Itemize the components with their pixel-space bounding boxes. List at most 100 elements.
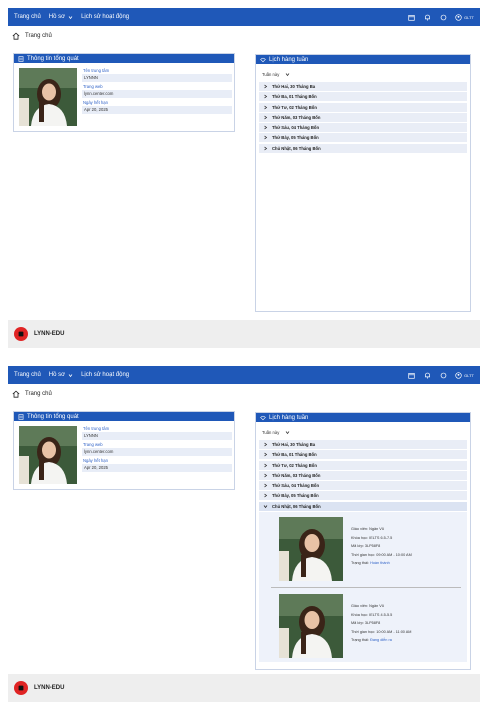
- day-row-sun[interactable]: Chủ Nhật, 06 Tháng Bốn: [259, 501, 467, 511]
- day-label: Thứ Sáu, 04 Tháng Bốn: [272, 483, 320, 489]
- chevron-right-icon: [264, 115, 268, 120]
- chat-icon[interactable]: [439, 371, 447, 379]
- user-circle-icon: [455, 13, 462, 21]
- day-detail-sun: Giáo viên: Ngân Vũ Khóa học: IELTS 6.5-7…: [259, 512, 467, 663]
- nav-history[interactable]: Lịch sử hoạt động: [81, 372, 129, 378]
- day-row-sat[interactable]: Thứ Bảy, 05 Tháng Bốn: [259, 491, 467, 501]
- chevron-down-icon: [68, 373, 73, 377]
- day-row-tue[interactable]: Thứ Ba, 01 Tháng Bốn: [259, 450, 467, 460]
- chevron-down-icon: [263, 505, 268, 508]
- day-row-sat[interactable]: Thứ Bảy, 05 Tháng Bốn: [259, 133, 467, 143]
- website-value: lynn.center.com: [82, 90, 232, 98]
- website-label: Trang web: [83, 442, 103, 447]
- screenshot-collapsed: Trang chủ Hồ sơ Lịch sử hoạt động GLTT T…: [0, 0, 484, 352]
- day-row-mon[interactable]: Thứ Hai, 30 Tháng Ba: [259, 82, 467, 91]
- center-name-value: LYNNN: [82, 74, 232, 82]
- nav-home[interactable]: Trang chủ: [14, 14, 41, 20]
- lesson-status-row: Trạng thái: Hoàn thành: [351, 559, 412, 568]
- expiry-label: Ngày hết hạn: [83, 100, 108, 105]
- chevron-right-icon: [264, 463, 268, 467]
- teacher-photo: [279, 594, 343, 659]
- user-name: GLTT: [464, 14, 474, 20]
- breadcrumb-label[interactable]: Trang chủ: [25, 33, 52, 39]
- lesson-class-code: Mã lớp: 3LP58F8: [351, 621, 381, 626]
- home-icon: [12, 390, 20, 398]
- breadcrumb-label[interactable]: Trang chủ: [25, 391, 52, 397]
- day-label: Thứ Tư, 02 Tháng Bốn: [272, 462, 317, 468]
- bell-icon[interactable]: [423, 13, 431, 21]
- screenshot-expanded: Trang chủ Hồ sơ Lịch sử hoạt động GLTT T…: [0, 358, 484, 708]
- lesson-class-code: Mã lớp: 3LP58F8: [351, 544, 381, 549]
- overview-fields: Tên trung tâm LYNNN Trang web lynn.cente…: [82, 425, 232, 473]
- schedule-title: Lịch hàng tuần: [269, 56, 309, 63]
- week-select[interactable]: Tuần này: [260, 428, 300, 437]
- footer: LYNN-EDU: [8, 674, 480, 702]
- chevron-down-icon: [286, 73, 290, 77]
- day-row-thu[interactable]: Thứ Năm, 03 Tháng Bốn: [259, 470, 467, 480]
- calendar-icon[interactable]: [407, 13, 415, 21]
- day-row-wed[interactable]: Thứ Tư, 02 Tháng Bốn: [259, 102, 467, 112]
- lesson-info: Giáo viên: Ngân Vũ Khóa học: IELTS 6.5-7…: [351, 517, 412, 568]
- day-label: Thứ Năm, 03 Tháng Bốn: [272, 114, 321, 120]
- lesson-card[interactable]: Giáo viên: Ngân Vũ Khóa học: IELTS 4.5-5…: [279, 594, 462, 660]
- chat-icon[interactable]: [439, 13, 447, 21]
- overview-panel: Thông tin tổng quát Tên trung tâm LYNNN …: [13, 53, 235, 132]
- nav-profile-label: Hồ sơ: [48, 14, 66, 20]
- bell-icon[interactable]: [423, 371, 431, 379]
- day-row-thu[interactable]: Thứ Năm, 03 Tháng Bốn: [259, 112, 467, 122]
- overview-title: Thông tin tổng quát: [27, 55, 79, 62]
- center-name-label: Tên trung tâm: [83, 426, 110, 431]
- brand-logo-icon: [14, 681, 28, 695]
- day-label: Thứ Ba, 01 Tháng Bốn: [272, 94, 317, 100]
- schedule-header: Lịch hàng tuần: [256, 55, 470, 64]
- schedule-panel: Lịch hàng tuần Tuần này Thứ Hai, 30 Thán…: [255, 54, 471, 312]
- top-navbar: Trang chủ Hồ sơ Lịch sử hoạt động GLTT: [8, 8, 480, 26]
- chevron-down-icon: [286, 431, 290, 435]
- calendar-icon[interactable]: [407, 371, 415, 379]
- center-name-label: Tên trung tâm: [83, 68, 110, 73]
- day-row-fri[interactable]: Thứ Sáu, 04 Tháng Bốn: [259, 123, 467, 133]
- lesson-time: Thời gian học: 10:00 AM - 11:00 AM: [351, 629, 412, 634]
- user-menu[interactable]: GLTT: [455, 371, 474, 379]
- expiry-label: Ngày hết hạn: [83, 458, 108, 463]
- week-select[interactable]: Tuần này: [260, 70, 300, 79]
- chevron-right-icon: [264, 473, 268, 478]
- overview-fields: Tên trung tâm LYNNN Trang web lynn.cente…: [82, 67, 232, 115]
- day-label: Thứ Bảy, 05 Tháng Bốn: [272, 493, 319, 499]
- nav-profile-label: Hồ sơ: [48, 372, 66, 378]
- building-icon: [18, 413, 24, 420]
- overview-title: Thông tin tổng quát: [27, 413, 79, 420]
- nav-history[interactable]: Lịch sử hoạt động: [81, 14, 129, 20]
- schedule-icon: [260, 415, 266, 420]
- lesson-status-label: Trạng thái:: [351, 638, 370, 643]
- footer-brand: LYNN-EDU: [34, 685, 65, 691]
- day-row-wed[interactable]: Thứ Tư, 02 Tháng Bốn: [259, 460, 467, 470]
- day-label: Thứ Ba, 01 Tháng Bốn: [272, 452, 317, 458]
- nav-home[interactable]: Trang chủ: [14, 372, 41, 378]
- day-label: Thứ Năm, 03 Tháng Bốn: [272, 472, 321, 478]
- day-row-mon[interactable]: Thứ Hai, 30 Tháng Ba: [259, 440, 467, 449]
- lesson-time: Thời gian học: 09:00 AM - 10:00 AM: [351, 552, 412, 557]
- nav-profile[interactable]: Hồ sơ: [49, 14, 73, 20]
- day-row-tue[interactable]: Thứ Ba, 01 Tháng Bốn: [259, 92, 467, 102]
- day-row-fri[interactable]: Thứ Sáu, 04 Tháng Bốn: [259, 481, 467, 491]
- day-row-sun[interactable]: Chủ Nhật, 06 Tháng Bốn: [259, 143, 467, 153]
- lesson-status-row: Trạng thái: Đang diễn ra: [351, 636, 411, 645]
- center-photo: [19, 426, 77, 484]
- lesson-card[interactable]: Giáo viên: Ngân Vũ Khóa học: IELTS 6.5-7…: [279, 517, 462, 583]
- schedule-header: Lịch hàng tuần: [256, 413, 470, 422]
- nav-profile[interactable]: Hồ sơ: [49, 372, 73, 378]
- chevron-right-icon: [264, 483, 268, 488]
- building-icon: [18, 55, 24, 62]
- day-label: Thứ Hai, 30 Tháng Ba: [272, 84, 316, 89]
- breadcrumb: Trang chủ: [12, 388, 52, 400]
- overview-header: Thông tin tổng quát: [14, 412, 234, 421]
- user-circle-icon: [455, 371, 462, 379]
- week-select-value: Tuần này: [262, 430, 280, 435]
- chevron-right-icon: [264, 125, 268, 130]
- center-photo: [19, 68, 77, 126]
- chevron-right-icon: [264, 94, 268, 99]
- lesson-course: Khóa học: IELTS 4.5-5.5: [351, 612, 393, 617]
- footer: LYNN-EDU: [8, 320, 480, 348]
- user-menu[interactable]: GLTT: [455, 13, 474, 21]
